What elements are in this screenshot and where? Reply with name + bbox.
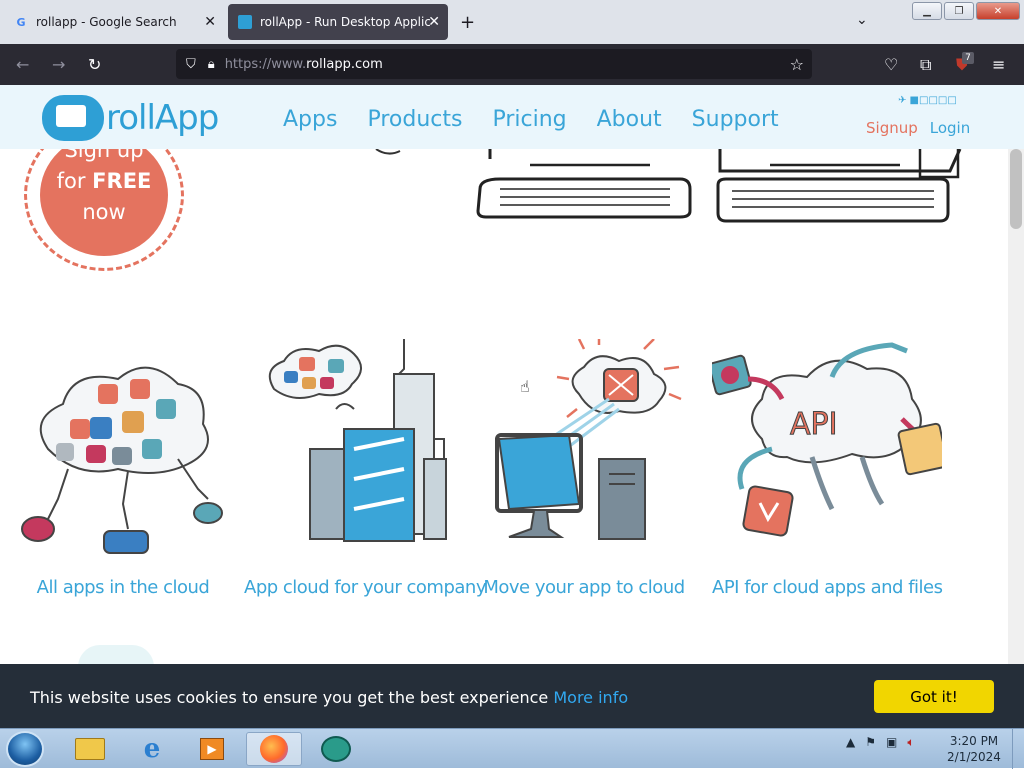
main-nav: Apps Products Pricing About Support [283,107,779,132]
feature-api[interactable]: API API for cloud apps and files [712,339,943,599]
firefox-taskbar-icon[interactable] [246,732,302,766]
volume-muted-icon[interactable]: 🔈︎ [907,735,914,750]
network-icon[interactable]: ▣ [886,735,897,750]
feature-label[interactable]: Move your app to cloud [469,577,699,598]
scrollbar-thumb[interactable] [1010,149,1022,229]
svg-text:API: API [790,407,837,442]
bookmark-star-icon[interactable]: ☆ [790,55,804,74]
mouse-cursor-icon: ☝ [520,377,530,396]
login-link[interactable]: Login [930,119,970,137]
company-buildings-illustration [268,339,447,542]
rollapp-logo[interactable]: rollApp [42,95,219,141]
restore-icon[interactable]: ❐ [944,2,974,20]
internet-explorer-taskbar-icon[interactable]: e [124,732,180,766]
cable-illustration [375,149,401,155]
logo-text: rollApp [106,98,219,138]
feature-label[interactable]: API for cloud apps and files [712,577,943,598]
start-button-icon[interactable] [6,731,44,767]
media-player-taskbar-icon[interactable]: ▶ [184,732,240,766]
signup-free-badge[interactable]: Sign up for FREE now [24,149,184,271]
app-taskbar-icon[interactable] [308,732,364,766]
tab-rollapp[interactable]: rollApp - Run Desktop Applicat ✕ [228,4,448,40]
feature-label[interactable]: All apps in the cloud [8,577,238,598]
list-all-tabs-icon[interactable]: ⌄ [856,12,868,28]
browser-nav-bar: ← → ↻ ⛉ 🔒︎ https://www.rollapp.com ☆ ♡ ⧉… [0,44,1024,85]
taskbar-clock[interactable]: 3:20 PM 2/1/2024 [944,733,1004,765]
more-info-link[interactable]: More info [553,688,628,707]
badge-line-2: for FREE [56,169,152,193]
close-window-icon[interactable]: ✕ [976,2,1020,20]
action-center-flag-icon[interactable]: ⚑ [865,735,876,750]
cookie-message: This website uses cookies to ensure you … [30,688,629,707]
clock-time: 3:20 PM [949,734,999,748]
extensions-icon[interactable]: ⧉ [920,55,931,75]
api-cloud-illustration: API [712,342,942,537]
tab-title: rollapp - Google Search [36,15,177,29]
move-to-cloud-illustration [495,339,682,540]
google-favicon-icon: G [16,15,26,29]
browser-tab-bar: G rollapp - Google Search ✕ rollApp - Ru… [0,0,1024,44]
page-content: Sign up for FREE now All apps in the clo… [0,149,1008,664]
system-tray: ▲ ⚑ ▣ 🔈︎ [846,735,915,750]
language-selector-icon[interactable]: ✈ ■□□□□ [898,95,957,106]
nav-pricing[interactable]: Pricing [492,107,566,132]
back-icon[interactable]: ← [16,55,29,74]
minimize-icon[interactable]: ▁ [912,2,942,20]
badge-line-4: now [82,200,126,224]
tab-google-search[interactable]: G rollapp - Google Search ✕ [4,4,224,40]
page-scrollbar[interactable] [1008,149,1024,664]
lock-icon[interactable]: 🔒︎ [208,57,215,72]
explorer-taskbar-icon[interactable] [62,732,118,766]
section-tab-shape [78,645,154,664]
tab-title: rollApp - Run Desktop Applicat [260,15,430,29]
url-text: https://www.rollapp.com [224,56,383,72]
got-it-button[interactable]: Got it! [874,680,994,713]
logo-cloud-icon [42,95,104,141]
nav-apps[interactable]: Apps [283,107,337,132]
menu-icon[interactable]: ≡ [992,55,1005,74]
new-tab-icon[interactable]: + [460,12,475,33]
close-tab-icon[interactable]: ✕ [428,14,440,30]
signup-link[interactable]: Signup [866,119,918,137]
extension-badge: 7 [962,52,974,64]
window-controls: ▁ ❐ ✕ [912,2,1020,20]
clock-date: 2/1/2024 [947,750,1001,764]
computers-illustration [476,149,962,223]
apps-cloud-illustration [21,366,223,554]
cookie-consent-bar: This website uses cookies to ensure you … [0,664,1024,728]
nav-support[interactable]: Support [692,107,779,132]
shield-icon[interactable]: ⛉ [186,57,196,72]
show-desktop-button[interactable] [1012,729,1024,769]
signup-badge-inner: Sign up for FREE now [40,149,168,256]
rollapp-favicon-icon [238,15,252,29]
windows-taskbar: e ▶ ▲ ⚑ ▣ 🔈︎ 3:20 PM 2/1/2024 [0,728,1024,769]
feature-app-cloud-company[interactable]: App cloud for your company [244,339,486,599]
nav-products[interactable]: Products [367,107,462,132]
badge-line-1: Sign up [64,149,144,162]
site-header: rollApp Apps Products Pricing About Supp… [0,85,1024,149]
feature-all-apps[interactable]: All apps in the cloud [8,339,238,599]
reload-icon[interactable]: ↻ [88,55,101,74]
pocket-icon[interactable]: ♡ [884,55,898,74]
close-tab-icon[interactable]: ✕ [204,14,216,30]
feature-move-app[interactable]: Move your app to cloud [469,339,699,599]
address-bar[interactable]: ⛉ 🔒︎ https://www.rollapp.com ☆ [176,49,812,79]
show-hidden-icons-icon[interactable]: ▲ [846,735,855,750]
forward-icon[interactable]: → [52,55,65,74]
feature-label[interactable]: App cloud for your company [244,577,486,598]
nav-about[interactable]: About [597,107,662,132]
